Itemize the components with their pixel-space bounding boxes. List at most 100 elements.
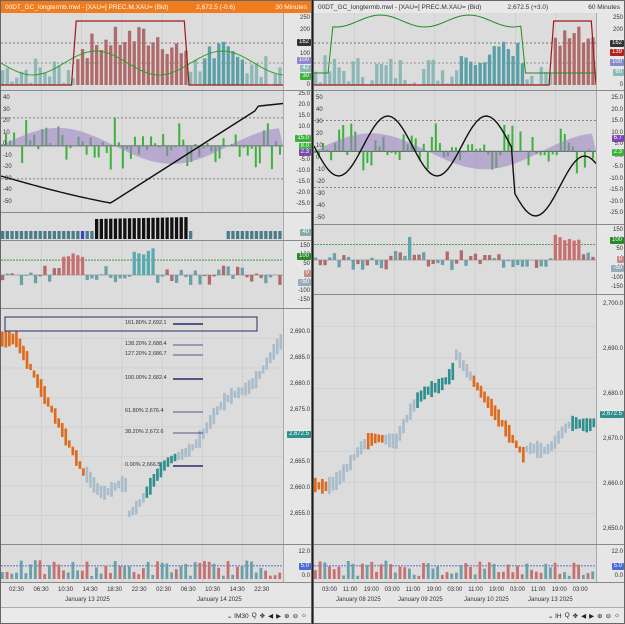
value-badge: 100 [609, 59, 624, 66]
price-bar [170, 455, 173, 464]
price-bar [268, 352, 272, 364]
indicator-pane-3[interactable]: 40 [1, 213, 311, 241]
histogram-bar [567, 239, 572, 260]
step-right-icon[interactable]: ▶ [276, 612, 281, 620]
price-axis[interactable]: 2,690.02,685.02,680.02,675.02,670.02,665… [283, 309, 311, 544]
price-bar [212, 407, 216, 425]
window-title: 00DT_GC_longtermb.mwl - [XAU=] PREC.M.XA… [5, 3, 169, 11]
histogram-bar [48, 275, 52, 282]
indicator-pane-2[interactable]: 40 30 20 10 0 -10 -20 -30 -40 -50 25.0 20.0 15.0 10.… [1, 91, 311, 213]
value-axis[interactable]: 150100500-50-100-1501000-50 [596, 225, 624, 294]
histogram-bar [346, 151, 349, 156]
histogram-bar [417, 254, 421, 260]
volume-bar [351, 563, 355, 579]
axis-tick: 20 [316, 131, 323, 137]
volume-bar [221, 575, 225, 579]
price-bar [338, 470, 342, 485]
step-left-icon[interactable]: ◀ [268, 612, 273, 620]
indicator-pane-1[interactable]: 250 200 162 100 100 42 30 0 [1, 13, 311, 91]
axis-tick: 2,680.0 [602, 391, 623, 397]
histogram-bar [193, 270, 197, 275]
value-axis[interactable]: 25.020.015.010.05.00.0-5.0-10.0-15.0-20.… [283, 91, 311, 212]
price-pane[interactable]: 161.80% 2,692.1 138.20% 2,688.4 127.20% 2,… [1, 309, 311, 545]
histogram-bar [450, 76, 454, 85]
value-axis[interactable]: 250 200 162 100 100 42 30 0 [283, 13, 311, 90]
time-axis[interactable]: 02:30 06:30 10:30 14:30 18:30 22:30 02:30 06:30… [1, 583, 311, 609]
title-bar[interactable]: 00DT_GC_longtermb.mwl - [XAU=] PREC.M.XA… [314, 1, 624, 13]
histogram-bar [549, 258, 553, 260]
step-right-icon[interactable]: ▶ [589, 612, 594, 620]
settings-icon[interactable]: ☼ [614, 612, 620, 619]
price-bar [89, 471, 92, 488]
price-axis[interactable]: 2,700.0 2,690.0 2,680.0 2,670.0 2,660.0 2,650… [596, 295, 624, 544]
volume-bar [113, 560, 117, 579]
zoom-out-icon[interactable]: Q [252, 612, 257, 619]
histogram-bar [351, 260, 355, 270]
histogram-bar [440, 70, 445, 85]
pan-icon[interactable]: ✥ [573, 612, 578, 620]
histogram-bar [43, 265, 47, 275]
histogram-bar [577, 239, 581, 260]
price-bar [539, 442, 543, 458]
pan-icon[interactable]: ✥ [260, 612, 265, 620]
value-badge: 100 [296, 253, 311, 260]
histogram-bar [194, 143, 197, 146]
time-axis[interactable]: 03:00 11:00 19:00 03:00 11:00 19:00 03:00 11:00… [314, 583, 624, 609]
histogram-bar [80, 256, 85, 275]
histogram-bar [76, 231, 80, 239]
title-bar[interactable]: 00DT_GC_longtermb.mwl - [XAU=] PREC.M.XA… [1, 1, 311, 13]
value-axis[interactable]: 40 [283, 213, 311, 240]
indicator-pane-4[interactable]: 150100500-50-100-1501000-50 [314, 225, 624, 295]
histogram-bar [207, 275, 212, 285]
indicator-pane-4[interactable]: 150100500-50-100-1501000-50 [1, 241, 311, 309]
price-bar [507, 424, 511, 443]
histogram-bar [362, 151, 365, 171]
indicator-pane-2[interactable]: 50 40 30 20 10 0 -10 -20 -30 -40 -50 25.0 20.0 15.0 1… [314, 91, 624, 225]
price-bar [258, 370, 261, 379]
histogram-bar [438, 143, 441, 152]
volume-pane[interactable]: 12.0 5.0 0.0 [314, 545, 624, 583]
volume-bar [118, 565, 122, 579]
value-axis[interactable]: 12.0 5.0 0.0 [596, 545, 624, 582]
volume-pane[interactable]: 12.0 5.0 0.0 [1, 545, 311, 583]
histogram-bar [434, 123, 437, 152]
zoom-minus-icon[interactable]: ⊖ [293, 612, 298, 620]
price-bar [366, 433, 370, 450]
interval-selector[interactable]: ⌄ IH [548, 612, 562, 620]
settings-icon[interactable]: ☼ [301, 612, 307, 619]
value-axis[interactable]: 150100500-50-100-1501000-50 [283, 241, 311, 308]
zoom-in-icon[interactable]: ⊕ [284, 612, 289, 620]
histogram-bar [502, 260, 506, 268]
histogram-bar [516, 260, 520, 265]
histogram-bar [179, 217, 183, 239]
volume-bar [10, 573, 14, 579]
histogram-bar [384, 260, 388, 270]
axis-tick: 20 [3, 118, 10, 124]
volume-bar [323, 562, 327, 579]
value-axis[interactable]: 12.0 5.0 0.0 [283, 545, 311, 582]
price-bar [85, 466, 89, 483]
interval-selector[interactable]: ⌄ IM30 [227, 612, 249, 620]
chart-window-30min[interactable]: 00DT_GC_longtermb.mwl - [XAU=] PREC.M.XA… [0, 0, 312, 624]
price-bar [465, 364, 469, 378]
zoom-minus-icon[interactable]: ⊖ [606, 612, 611, 620]
price-bar [405, 414, 409, 423]
value-axis[interactable]: 25.020.015.010.05.00.0-5.0-10.0-15.0-20.… [596, 91, 624, 224]
zoom-in-icon[interactable]: ⊕ [597, 612, 602, 620]
volume-bar [450, 573, 454, 579]
histogram-bar [189, 71, 193, 85]
zoom-out-icon[interactable]: Q [565, 612, 570, 619]
histogram-bar [520, 260, 525, 267]
histogram-bar [123, 275, 127, 279]
value-badge: 0 [616, 256, 624, 263]
volume-bar [417, 575, 421, 579]
chart-window-60min[interactable]: 00DT_GC_longtermb.mwl - [XAU=] PREC.M.XA… [313, 0, 625, 624]
indicator-pane-1[interactable]: 250 200 162 139 100 60 0 [314, 13, 624, 91]
step-left-icon[interactable]: ◀ [581, 612, 586, 620]
axis-tick: -40 [316, 203, 325, 209]
fib-level-label: 61.80% 2,676.4 [125, 408, 164, 414]
price-pane[interactable]: 2,700.0 2,690.0 2,680.0 2,670.0 2,660.0 2,650… [314, 295, 624, 545]
histogram-bar [189, 275, 193, 285]
value-axis[interactable]: 250 200 162 139 100 60 0 [596, 13, 624, 90]
histogram-bar [356, 58, 360, 85]
